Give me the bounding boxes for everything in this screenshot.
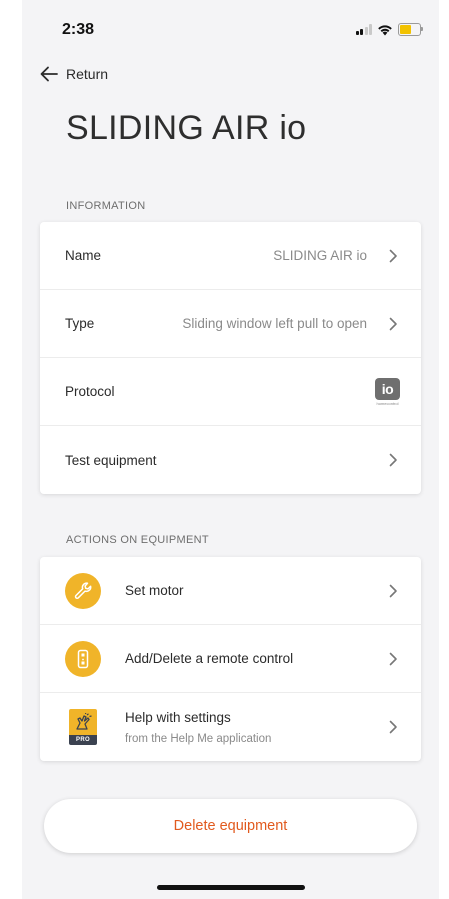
chevron-right-icon [389, 584, 397, 597]
action-label: Help with settings [125, 709, 231, 725]
wrench-icon [65, 572, 101, 609]
info-row-label: Name [65, 248, 102, 263]
battery-icon [398, 23, 423, 36]
actions-section-title: ACTIONS ON EQUIPMENT [66, 534, 209, 546]
delete-equipment-button[interactable]: Delete equipment [44, 799, 417, 853]
status-icons [355, 23, 423, 36]
help-me-pro-icon: PRO [69, 709, 97, 745]
action-help-with-settings[interactable]: PRO Help with settings from the Help Me … [40, 693, 421, 761]
arrow-left-icon [40, 66, 58, 82]
chevron-right-icon [389, 720, 397, 734]
actions-card: Set motor Add/Delete a remote control PR… [40, 557, 421, 761]
info-row-value: SLIDING AIR io [273, 248, 367, 263]
remote-control-icon [65, 640, 101, 677]
chevron-right-icon [389, 453, 397, 467]
info-row-test-equipment[interactable]: Test equipment [40, 426, 421, 494]
action-label: Set motor [125, 583, 184, 598]
info-row-name[interactable]: Name SLIDING AIR io [40, 222, 421, 290]
info-row-protocol: Protocol io homecontrol [40, 358, 421, 426]
app-screen: 2:38 Return SLIDING AIR io INFORMATION N… [22, 0, 439, 899]
hand-icon [69, 709, 97, 735]
chevron-right-icon [389, 249, 397, 262]
info-row-value: Sliding window left pull to open [182, 316, 367, 331]
io-badge-sub: homecontrol [376, 400, 399, 406]
action-text: Help with settings from the Help Me appl… [125, 710, 271, 745]
wifi-icon [378, 24, 392, 35]
return-button[interactable]: Return [40, 66, 108, 82]
cellular-signal-icon [355, 24, 372, 35]
action-set-motor[interactable]: Set motor [40, 557, 421, 625]
chevron-right-icon [389, 317, 397, 330]
information-section-title: INFORMATION [66, 200, 146, 212]
action-add-delete-remote[interactable]: Add/Delete a remote control [40, 625, 421, 693]
return-label: Return [66, 66, 109, 82]
status-time: 2:38 [62, 21, 95, 38]
page-title: SLIDING AIR io [66, 109, 307, 147]
pro-badge: PRO [69, 735, 97, 745]
info-row-label: Protocol [65, 384, 115, 399]
home-indicator[interactable] [157, 885, 305, 890]
action-sublabel: from the Help Me application [125, 732, 272, 745]
action-label: Add/Delete a remote control [125, 651, 294, 666]
io-homecontrol-logo: io homecontrol [375, 377, 400, 406]
information-card: Name SLIDING AIR io Type Sliding window … [40, 222, 421, 494]
io-badge: io [375, 377, 400, 400]
chevron-right-icon [389, 652, 397, 665]
info-row-label: Test equipment [65, 452, 157, 468]
info-row-type[interactable]: Type Sliding window left pull to open [40, 290, 421, 358]
info-row-label: Type [65, 316, 95, 331]
